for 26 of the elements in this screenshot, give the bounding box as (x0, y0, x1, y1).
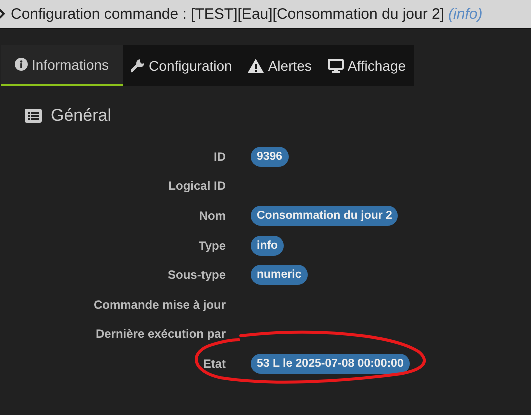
field-label: Type (198, 238, 226, 253)
value-badge: numeric (251, 265, 308, 286)
field-label: Dernière exécution par (94, 327, 226, 342)
field-label: Logical ID (168, 179, 226, 194)
window-subtitle: (info) (448, 6, 483, 22)
chevron-icon (0, 9, 5, 19)
value-badge: Consommation du jour 2 (251, 206, 398, 226)
field-label: Commande mise à jour (92, 298, 226, 312)
value-badge: 9396 (251, 146, 289, 167)
section-title: Général (51, 106, 112, 126)
field-label: ID (213, 150, 226, 164)
list-icon (25, 109, 42, 123)
field-label: Nom (198, 208, 226, 223)
wrench-icon (131, 58, 146, 72)
tab[interactable]: Alertes (240, 45, 320, 86)
field-label: Etat (202, 356, 226, 371)
info-icon (15, 58, 28, 71)
monitor-icon (328, 58, 344, 72)
window-title: Configuration commande : [TEST][Eau][Consommation du jour 2] (11, 6, 445, 22)
tab[interactable]: Affichage (320, 45, 414, 86)
tab[interactable]: Configuration (123, 45, 240, 86)
value-badge: info (251, 236, 284, 256)
field-label: Sous-type (166, 268, 226, 282)
value-badge: 53 L le 2025-07-08 00:00:00 (251, 354, 410, 374)
warning-icon (248, 58, 264, 72)
tab[interactable]: Informations (1, 45, 124, 86)
